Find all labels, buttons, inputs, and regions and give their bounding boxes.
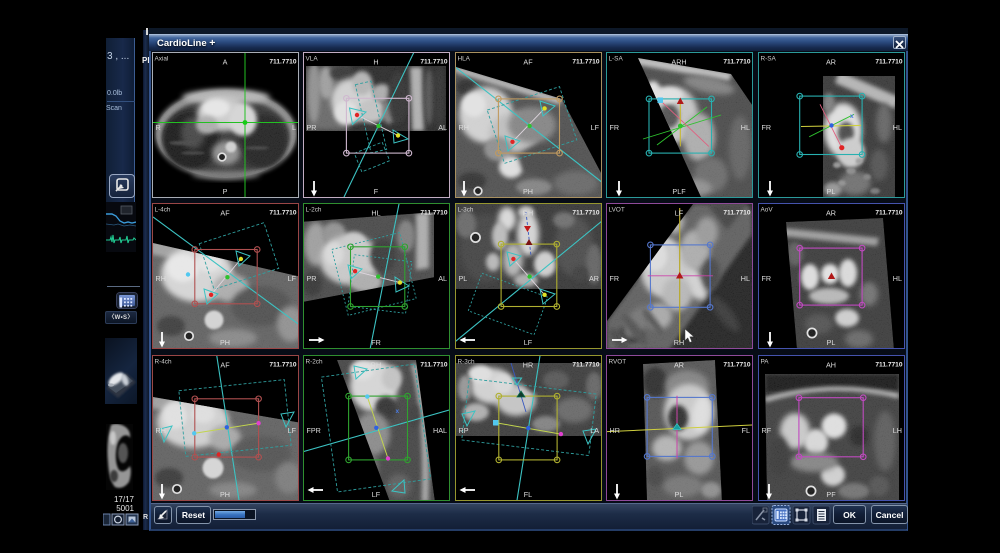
svg-text:RH: RH	[523, 209, 533, 218]
svg-text:PF: PF	[826, 490, 836, 499]
svg-text:VLA: VLA	[306, 56, 319, 63]
svg-text:711.7710: 711.7710	[723, 59, 750, 66]
svg-text:AR: AR	[589, 274, 599, 283]
svg-text:711.7710: 711.7710	[572, 210, 599, 217]
svg-text:RH: RH	[156, 426, 166, 435]
svg-text:R-4ch: R-4ch	[155, 359, 172, 366]
svg-text:x: x	[850, 113, 854, 120]
svg-text:LA: LA	[590, 426, 599, 435]
svg-text:LH: LH	[893, 426, 902, 435]
svg-text:R: R	[156, 123, 161, 132]
svg-text:PL: PL	[675, 490, 684, 499]
svg-text:AoV: AoV	[761, 207, 774, 214]
svg-text:711.7710: 711.7710	[875, 59, 902, 66]
svg-text:711.7710: 711.7710	[723, 210, 750, 217]
svg-text:FR: FR	[610, 123, 620, 132]
svg-text:HAL: HAL	[433, 426, 447, 435]
svg-text:FR: FR	[762, 123, 772, 132]
svg-text:HR: HR	[523, 361, 533, 370]
svg-text:LF: LF	[372, 490, 381, 499]
svg-text:F: F	[374, 187, 379, 196]
svg-text:PL: PL	[827, 187, 836, 196]
svg-text:HL: HL	[371, 209, 380, 218]
svg-text:Axial: Axial	[155, 56, 169, 63]
svg-text:RH: RH	[459, 123, 469, 132]
svg-text:711.7710: 711.7710	[875, 362, 902, 369]
svg-text:HR: HR	[610, 426, 620, 435]
svg-text:LF: LF	[524, 338, 533, 347]
svg-text:HLA: HLA	[458, 56, 471, 63]
svg-text:R-3ch: R-3ch	[458, 359, 475, 366]
svg-text:RF: RF	[762, 426, 772, 435]
svg-text:PH: PH	[523, 187, 533, 196]
svg-text:AL: AL	[438, 274, 447, 283]
svg-text:711.7710: 711.7710	[420, 210, 447, 217]
svg-text:FR: FR	[371, 338, 381, 347]
svg-text:711.7710: 711.7710	[420, 362, 447, 369]
svg-text:R-2ch: R-2ch	[306, 359, 323, 366]
svg-text:711.7710: 711.7710	[269, 59, 296, 66]
svg-text:RP: RP	[459, 426, 469, 435]
svg-text:P: P	[223, 187, 228, 196]
svg-text:L-2ch: L-2ch	[306, 207, 322, 214]
svg-text:PL: PL	[459, 274, 468, 283]
svg-text:LF: LF	[288, 274, 297, 283]
svg-text:PH: PH	[220, 338, 230, 347]
svg-text:AL: AL	[438, 123, 447, 132]
svg-text:H: H	[373, 58, 378, 67]
svg-text:AR: AR	[674, 361, 684, 370]
svg-text:711.7710: 711.7710	[572, 362, 599, 369]
svg-text:711.7710: 711.7710	[875, 210, 902, 217]
svg-text:RH: RH	[674, 338, 684, 347]
svg-text:711.7710: 711.7710	[723, 362, 750, 369]
svg-text:HL: HL	[893, 274, 902, 283]
svg-text:HL: HL	[741, 274, 750, 283]
svg-text:FPR: FPR	[307, 426, 321, 435]
svg-text:FL: FL	[524, 490, 532, 499]
svg-text:x: x	[396, 408, 400, 415]
svg-text:L-SA: L-SA	[609, 56, 624, 63]
svg-text:711.7710: 711.7710	[269, 210, 296, 217]
svg-text:PLF: PLF	[672, 187, 686, 196]
svg-text:FR: FR	[762, 274, 772, 283]
svg-text:AF: AF	[220, 361, 230, 370]
svg-text:L: L	[292, 123, 296, 132]
svg-text:PR: PR	[307, 274, 317, 283]
svg-text:711.7710: 711.7710	[420, 59, 447, 66]
svg-text:LF: LF	[591, 123, 600, 132]
svg-text:PR: PR	[307, 123, 317, 132]
svg-text:LVOT: LVOT	[609, 207, 625, 214]
svg-text:711.7710: 711.7710	[572, 59, 599, 66]
svg-text:A: A	[223, 58, 228, 67]
svg-text:HL: HL	[893, 123, 902, 132]
svg-text:FL: FL	[742, 426, 750, 435]
svg-text:RH: RH	[371, 361, 381, 370]
svg-text:FR: FR	[610, 274, 620, 283]
svg-text:L-3ch: L-3ch	[458, 207, 474, 214]
svg-text:RVOT: RVOT	[609, 359, 627, 366]
svg-text:AF: AF	[220, 209, 230, 218]
svg-text:711.7710: 711.7710	[269, 362, 296, 369]
svg-text:AH: AH	[826, 361, 836, 370]
svg-text:RH: RH	[156, 274, 166, 283]
svg-text:LF: LF	[675, 209, 684, 218]
svg-text:PH: PH	[220, 490, 230, 499]
svg-text:L-4ch: L-4ch	[155, 207, 171, 214]
svg-text:R-SA: R-SA	[761, 56, 777, 63]
svg-text:AR: AR	[826, 58, 836, 67]
svg-text:PA: PA	[761, 359, 770, 366]
svg-text:LF: LF	[288, 426, 297, 435]
svg-text:ARH: ARH	[671, 58, 686, 67]
svg-text:HL: HL	[741, 123, 750, 132]
svg-text:PL: PL	[827, 338, 836, 347]
svg-text:AR: AR	[826, 209, 836, 218]
svg-text:AF: AF	[523, 58, 533, 67]
